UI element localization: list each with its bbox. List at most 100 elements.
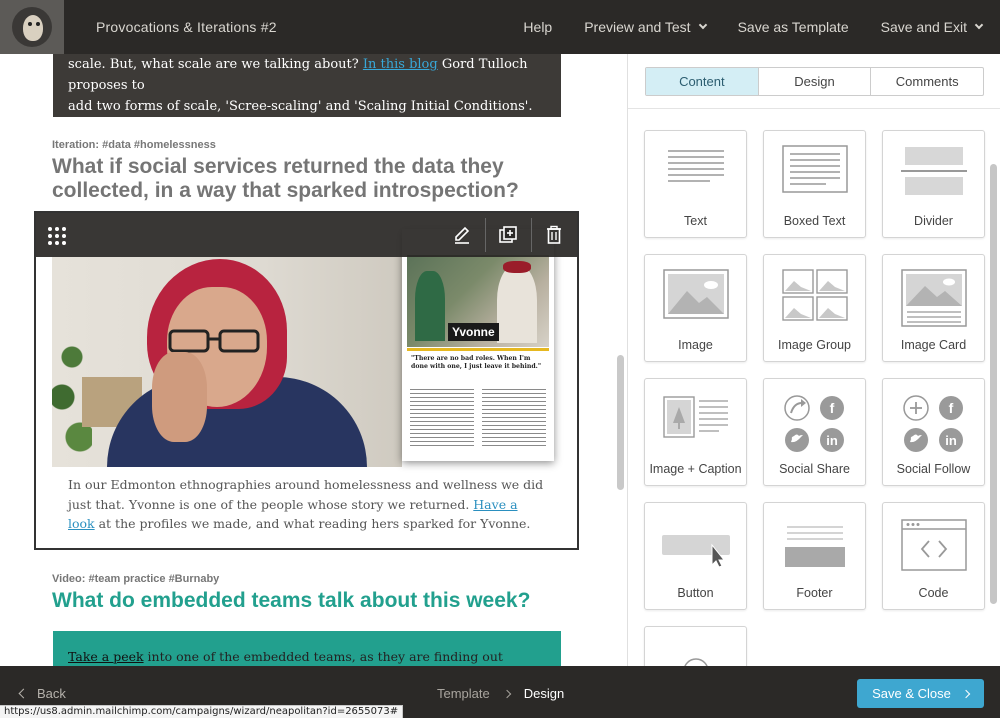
- intro-text: scale. But, what scale are we talking ab…: [68, 57, 363, 72]
- caption-text-part: at the profiles we made, and what readin…: [94, 516, 531, 531]
- block-toolbar: [36, 213, 577, 257]
- duplicate-icon[interactable]: [498, 225, 518, 245]
- caption-text-part: In our Edmonton ethnographies around hom…: [68, 477, 544, 512]
- svg-text:f: f: [948, 400, 953, 416]
- tile-label: Image + Caption: [649, 462, 742, 476]
- top-bar: Provocations & Iterations #2 Help Previe…: [0, 0, 1000, 54]
- mailchimp-logo[interactable]: [0, 0, 64, 54]
- social-follow-icon: f in: [902, 395, 963, 452]
- video-tags: Video: #team practice #Burnaby: [52, 573, 220, 585]
- iteration-headline: What if social services returned the dat…: [52, 155, 519, 202]
- footer-icon: [784, 526, 845, 567]
- tile-label: Image Group: [778, 338, 851, 352]
- tile-image-caption[interactable]: Image + Caption: [644, 378, 747, 486]
- canvas-scrollbar[interactable]: [617, 355, 624, 490]
- back-button[interactable]: Back: [18, 686, 66, 701]
- magazine-quote: "There are no bad roles. When I'm done w…: [411, 355, 542, 370]
- tile-text[interactable]: Text: [644, 130, 747, 238]
- yvonne-photo: [52, 257, 402, 467]
- take-a-peek-link[interactable]: Take a peek: [68, 649, 144, 664]
- chevron-right-icon: [961, 689, 971, 698]
- back-label: Back: [37, 686, 66, 701]
- tile-image[interactable]: Image: [644, 254, 747, 362]
- tile-label: Boxed Text: [783, 214, 846, 228]
- code-icon: [900, 519, 967, 571]
- tab-design[interactable]: Design: [759, 68, 872, 95]
- tile-partial[interactable]: [644, 626, 747, 666]
- save-template-link[interactable]: Save as Template: [738, 19, 849, 35]
- save-close-label: Save & Close: [872, 686, 951, 701]
- save-template-label: Save as Template: [737, 19, 849, 35]
- intro-text-block[interactable]: scale. But, what scale are we talking ab…: [53, 54, 561, 117]
- tile-button[interactable]: Button: [644, 502, 747, 610]
- help-link[interactable]: Help: [523, 19, 552, 35]
- step-template[interactable]: Template: [437, 686, 490, 701]
- svg-text:in: in: [826, 433, 838, 448]
- intro-line-2: add two forms of scale, 'Scree-scaling' …: [68, 99, 533, 114]
- tile-footer[interactable]: Footer: [763, 502, 866, 610]
- campaign-title: Provocations & Iterations #2: [96, 19, 277, 35]
- tile-label: Social Follow: [896, 462, 971, 476]
- save-exit-label: Save and Exit: [880, 19, 967, 35]
- chevron-left-icon: [18, 688, 29, 699]
- save-close-button[interactable]: Save & Close: [857, 679, 984, 708]
- tile-label: Text: [684, 214, 707, 228]
- tile-label: Button: [677, 586, 714, 600]
- svg-text:in: in: [945, 433, 957, 448]
- video-icon: [683, 658, 708, 666]
- tab-content[interactable]: Content: [646, 68, 759, 95]
- magazine-name: Yvonne: [448, 323, 499, 341]
- tile-social-follow[interactable]: f in Social Follow: [882, 378, 985, 486]
- video-headline: What do embedded teams talk about this w…: [52, 589, 531, 612]
- freddie-icon: [12, 7, 52, 47]
- tile-label: Divider: [914, 214, 953, 228]
- panel-divider-line: [628, 108, 1000, 109]
- caption-text[interactable]: In our Edmonton ethnographies around hom…: [68, 475, 548, 534]
- image-icon: [662, 269, 729, 319]
- image-group-icon: [781, 269, 848, 321]
- edit-pencil-icon[interactable]: [452, 225, 472, 245]
- svg-text:f: f: [829, 400, 834, 416]
- tab-comments[interactable]: Comments: [871, 68, 983, 95]
- wizard-steps: Template Design: [437, 686, 564, 701]
- content-panel: Content Design Comments Text Boxed Text …: [628, 54, 1000, 666]
- help-label: Help: [523, 19, 553, 35]
- image-card-icon: [900, 269, 967, 327]
- panel-scrollbar[interactable]: [990, 164, 997, 604]
- text-lines-icon: [667, 150, 724, 182]
- save-exit-menu[interactable]: Save and Exit: [880, 19, 984, 35]
- drag-handle-icon[interactable]: [48, 227, 66, 245]
- button-icon: [661, 535, 730, 568]
- status-bar-url: https://us8.admin.mailchimp.com/campaign…: [0, 705, 404, 718]
- tile-divider[interactable]: Divider: [882, 130, 985, 238]
- magazine-page-image: Yvonne "There are no bad roles. When I'm…: [402, 229, 554, 461]
- chevron-right-icon: [502, 689, 511, 698]
- tile-code[interactable]: Code: [882, 502, 985, 610]
- chevron-down-icon: [974, 20, 984, 30]
- video-text-block[interactable]: Take a peek into one of the embedded tea…: [53, 631, 561, 666]
- image-caption-icon: [662, 396, 728, 438]
- tile-social-share[interactable]: f in Social Share: [763, 378, 866, 486]
- preview-test-menu[interactable]: Preview and Test: [584, 19, 707, 35]
- preview-label: Preview and Test: [584, 19, 691, 35]
- iteration-tags: Iteration: #data #homelessness: [52, 139, 216, 151]
- tile-boxed-text[interactable]: Boxed Text: [763, 130, 866, 238]
- divider-icon: [900, 147, 967, 195]
- step-design: Design: [523, 686, 565, 701]
- tile-label: Code: [918, 586, 949, 600]
- panel-tabs: Content Design Comments: [645, 67, 984, 96]
- blog-link[interactable]: In this blog: [363, 57, 438, 72]
- tile-image-card[interactable]: Image Card: [882, 254, 985, 362]
- tile-label: Social Share: [779, 462, 850, 476]
- tile-label: Footer: [796, 586, 833, 600]
- social-share-icon: f in: [783, 395, 844, 452]
- chevron-down-icon: [698, 20, 707, 30]
- tile-image-group[interactable]: Image Group: [763, 254, 866, 362]
- top-nav: Help Preview and Test Save as Template S…: [523, 19, 1000, 35]
- tile-label: Image: [678, 338, 713, 352]
- tile-label: Image Card: [900, 338, 967, 352]
- selected-content-block[interactable]: Yvonne "There are no bad roles. When I'm…: [34, 211, 579, 550]
- trash-icon[interactable]: [544, 225, 564, 245]
- intro-line-1: scale. But, what scale are we talking ab…: [68, 54, 546, 96]
- boxed-text-icon: [781, 145, 848, 193]
